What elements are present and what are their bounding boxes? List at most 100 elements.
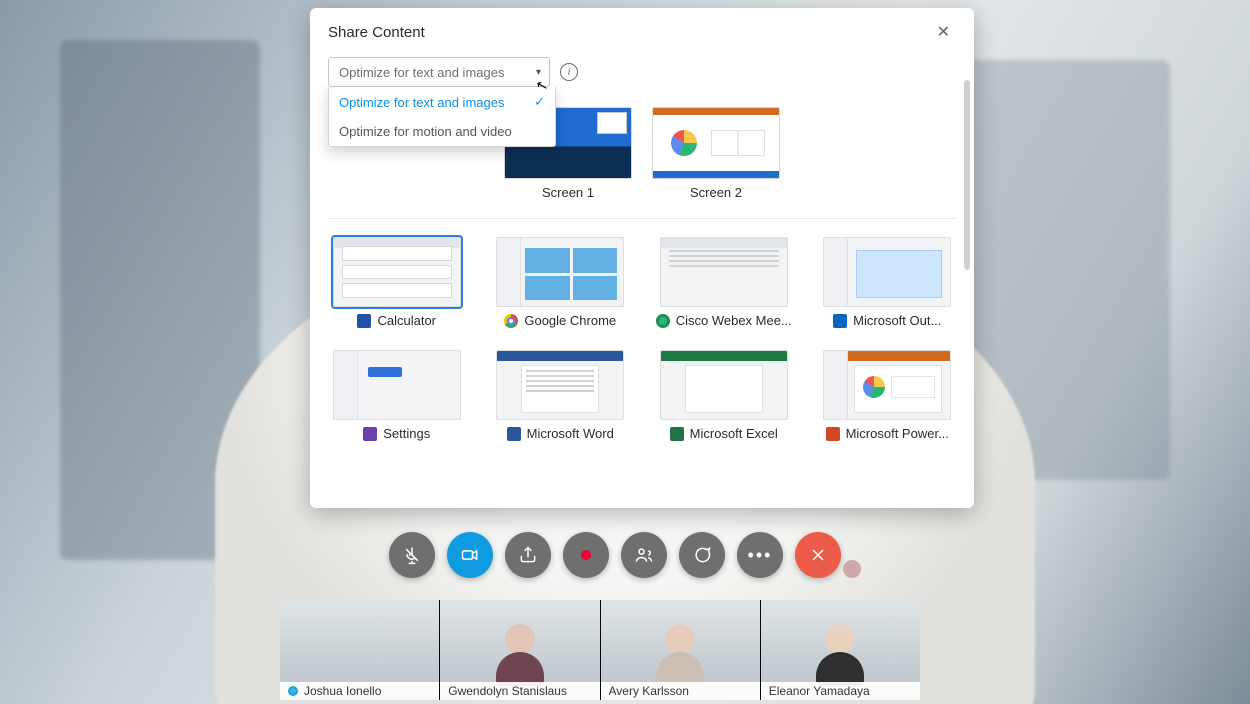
modal-scrollbar[interactable] [964, 66, 970, 498]
participant-name: Gwendolyn Stanislaus [448, 684, 567, 698]
meeting-toolbar: ••• [389, 532, 861, 578]
app-tile-word[interactable]: Microsoft Word [492, 350, 630, 441]
screen-label: Screen 2 [652, 179, 780, 200]
app-tile-webex[interactable]: Cisco Webex Mee... [655, 237, 793, 328]
app-label: Cisco Webex Mee... [676, 313, 792, 328]
thumb-decor [368, 367, 402, 377]
close-icon [808, 545, 828, 565]
app-label-row: Microsoft Out... [819, 307, 957, 328]
thumb-decor [891, 376, 935, 398]
leave-button[interactable] [795, 532, 841, 578]
app-label: Microsoft Power... [846, 426, 949, 441]
thumb-decor [661, 351, 787, 361]
app-thumb [496, 237, 624, 307]
close-icon[interactable]: ✕ [931, 18, 956, 46]
participant-label-bar: Avery Karlsson [601, 682, 760, 700]
chat-button[interactable] [679, 532, 725, 578]
app-tile-calculator[interactable]: Calculator [328, 237, 466, 328]
optimize-option-text-images[interactable]: Optimize for text and images ✓ [329, 87, 555, 117]
app-label-row: Google Chrome [492, 307, 630, 328]
thumb-decor [597, 112, 627, 134]
outlook-icon [833, 314, 847, 328]
modal-title: Share Content [328, 24, 425, 41]
webex-icon [656, 314, 670, 328]
thumb-decor [854, 365, 942, 413]
app-label: Settings [383, 426, 430, 441]
excel-icon [670, 427, 684, 441]
record-icon [581, 550, 591, 560]
app-tile-powerpoint[interactable]: Microsoft Power... [819, 350, 957, 441]
app-thumb [823, 350, 951, 420]
participant-name: Avery Karlsson [609, 684, 689, 698]
participant-name: Joshua Ionello [304, 684, 381, 698]
thumb-decor [525, 248, 617, 300]
thumb-decor [334, 351, 358, 419]
share-button[interactable] [505, 532, 551, 578]
scrollbar-thumb[interactable] [964, 80, 970, 270]
record-button[interactable] [563, 532, 609, 578]
participants-icon [634, 545, 654, 565]
powerpoint-icon [826, 427, 840, 441]
thumb-decor [661, 238, 787, 248]
app-thumb [660, 237, 788, 307]
app-label: Microsoft Excel [690, 426, 778, 441]
participant-label-bar: Joshua Ionello [280, 682, 439, 700]
share-content-modal: Share Content ✕ Optimize for text and im… [310, 8, 974, 508]
app-label: Microsoft Word [527, 426, 614, 441]
participant-tile[interactable]: Avery Karlsson [600, 600, 760, 700]
app-thumb [333, 350, 461, 420]
chevron-down-icon: ▾ [536, 67, 541, 78]
mute-button[interactable] [389, 532, 435, 578]
participant-tile[interactable]: Joshua Ionello [280, 600, 439, 700]
participant-figure [656, 624, 704, 686]
optimize-dropdown-value: Optimize for text and images [339, 65, 504, 80]
app-tile-settings[interactable]: Settings [328, 350, 466, 441]
participant-chip [843, 560, 861, 578]
app-tile-chrome[interactable]: Google Chrome [492, 237, 630, 328]
participants-button[interactable] [621, 532, 667, 578]
microphone-muted-icon [402, 545, 422, 565]
optimize-option-motion-video[interactable]: Optimize for motion and video [329, 117, 555, 146]
thumb-decor [863, 376, 885, 398]
app-label: Google Chrome [524, 313, 616, 328]
check-icon: ✓ [534, 94, 545, 110]
thumb-decor [824, 238, 848, 306]
thumb-decor [497, 351, 623, 361]
optimize-option-label: Optimize for motion and video [339, 124, 512, 139]
screen-thumb [652, 107, 780, 179]
app-label-row: Calculator [328, 307, 466, 328]
chat-icon [692, 545, 712, 565]
screen-tile-2[interactable]: Screen 2 [652, 107, 780, 200]
app-label-row: Microsoft Word [492, 420, 630, 441]
participant-tile[interactable]: Gwendolyn Stanislaus [439, 600, 599, 700]
app-tile-outlook[interactable]: Microsoft Out... [819, 237, 957, 328]
app-label: Microsoft Out... [853, 313, 941, 328]
optimize-dropdown-menu: Optimize for text and images ✓ Optimize … [328, 87, 556, 147]
optimize-dropdown[interactable]: Optimize for text and images ▾ [328, 57, 550, 87]
participant-figure [816, 624, 864, 686]
participant-tile[interactable]: Eleanor Yamadaya [760, 600, 920, 700]
meeting-stage: Share Content ✕ Optimize for text and im… [0, 0, 1250, 704]
screen-label: Screen 1 [504, 179, 632, 200]
app-tile-excel[interactable]: Microsoft Excel [655, 350, 793, 441]
thumb-decor [669, 250, 779, 294]
more-options-button[interactable]: ••• [737, 532, 783, 578]
participant-label-bar: Gwendolyn Stanislaus [440, 682, 599, 700]
thumb-decor [685, 365, 763, 413]
video-icon [460, 545, 480, 565]
settings-icon [363, 427, 377, 441]
app-thumb [333, 237, 461, 307]
participant-figure [496, 624, 544, 686]
app-thumb [823, 237, 951, 307]
chrome-icon [504, 314, 518, 328]
thumb-decor [824, 351, 848, 419]
thumb-decor [711, 130, 765, 156]
info-icon[interactable]: i [560, 63, 578, 81]
modal-body[interactable]: Screen 1 Screen 2 [310, 95, 974, 508]
video-button[interactable] [447, 532, 493, 578]
app-label-row: Cisco Webex Mee... [655, 307, 793, 328]
presence-icon [288, 686, 298, 696]
thumb-decor [342, 246, 452, 298]
app-thumb [660, 350, 788, 420]
participants-filmstrip: Joshua Ionello Gwendolyn Stanislaus Aver… [280, 600, 920, 700]
